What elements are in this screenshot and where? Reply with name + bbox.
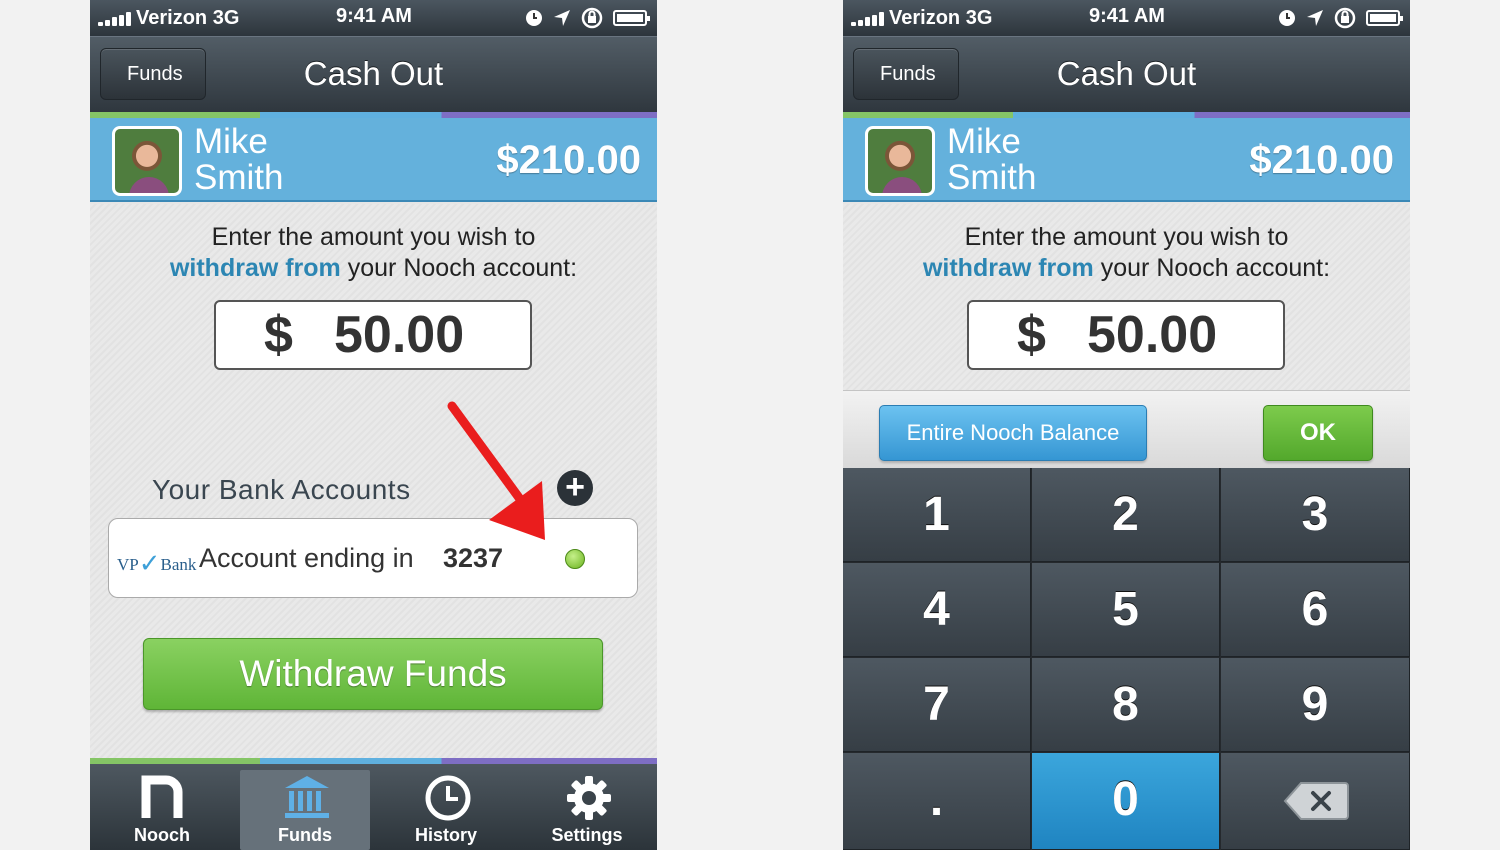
tab-bar: Nooch Funds History Settings: [90, 764, 657, 850]
keypad-toolbar: Entire Nooch Balance OK: [843, 390, 1410, 468]
amount-value: 50.00: [334, 306, 465, 364]
back-button[interactable]: Funds: [100, 48, 206, 100]
battery-icon: [1366, 10, 1403, 26]
key-7[interactable]: 7: [843, 658, 1031, 752]
number-keypad: 1 2 3 4 5 6 7 8 9 . 0: [843, 468, 1410, 850]
backspace-icon: [1283, 782, 1349, 820]
account-status-dot: [565, 549, 585, 569]
delete-key[interactable]: [1221, 753, 1410, 850]
prompt-highlight: withdraw from: [169, 254, 341, 282]
key-8[interactable]: 8: [1032, 658, 1220, 752]
ok-button[interactable]: OK: [1263, 405, 1373, 461]
amount-value: 50.00: [1087, 306, 1218, 364]
user-name: Mike Smith: [947, 122, 1037, 197]
balance-amount: $210.00: [1249, 138, 1394, 182]
page-title: Cash Out: [303, 55, 444, 92]
user-header: Mike Smith $210.00: [843, 118, 1410, 202]
signal-icon: [98, 12, 134, 26]
back-button[interactable]: Funds: [853, 48, 959, 100]
carrier-label: Verizon 3G: [889, 7, 993, 29]
rotation-lock-icon: [581, 7, 603, 29]
alarm-icon: [526, 10, 542, 26]
key-1[interactable]: 1: [843, 468, 1031, 562]
key-9[interactable]: 9: [1221, 658, 1410, 752]
tab-settings[interactable]: Settings: [522, 770, 652, 850]
page-title: Cash Out: [1056, 55, 1197, 92]
gear-icon: [567, 776, 611, 820]
key-decimal[interactable]: .: [843, 753, 1031, 850]
status-bar: Verizon 3G 9:41 AM: [843, 0, 1410, 36]
key-3[interactable]: 3: [1221, 468, 1410, 562]
key-6[interactable]: 6: [1221, 563, 1410, 657]
amount-field[interactable]: $ 50.00: [214, 300, 532, 370]
cash-out-screen-bank-accounts: Verizon 3G 9:41 AM Funds Cash Out Mike S…: [90, 0, 657, 850]
avatar: [112, 126, 182, 196]
key-4[interactable]: 4: [843, 563, 1031, 657]
carrier-label: Verizon 3G: [136, 7, 240, 29]
add-bank-account-button[interactable]: +: [557, 470, 593, 506]
tab-nooch[interactable]: Nooch: [97, 770, 227, 850]
avatar: [865, 126, 935, 196]
bank-icon: [285, 776, 329, 818]
bank-logo: VP✓Bank: [117, 549, 197, 578]
tab-history[interactable]: History: [381, 770, 511, 850]
amount-field[interactable]: $ 50.00: [967, 300, 1285, 370]
account-label: Account ending in: [199, 543, 414, 573]
withdraw-funds-button[interactable]: Withdraw Funds: [143, 638, 603, 710]
amount-prompt: Enter the amount you wish to withdraw fr…: [169, 223, 578, 282]
alarm-icon: [1279, 10, 1295, 26]
status-bar: Verizon 3G 9:41 AM: [90, 0, 657, 36]
signal-icon: [851, 12, 887, 26]
clock-icon: [425, 775, 471, 821]
key-2[interactable]: 2: [1032, 468, 1220, 562]
prompt-highlight: withdraw from: [922, 254, 1094, 282]
key-5[interactable]: 5: [1032, 563, 1220, 657]
clock-label: 9:41 AM: [336, 5, 412, 27]
key-0[interactable]: 0: [1032, 753, 1220, 850]
battery-icon: [613, 10, 650, 26]
location-icon: [554, 10, 570, 26]
nooch-icon: [141, 775, 183, 818]
location-icon: [1307, 10, 1323, 26]
rotation-lock-icon: [1334, 7, 1356, 29]
user-name: Mike Smith: [194, 122, 284, 197]
account-number: 3237: [443, 543, 504, 573]
bank-accounts-heading: Your Bank Accounts: [152, 474, 411, 505]
navigation-bar: Funds Cash Out: [843, 36, 1410, 112]
clock-label: 9:41 AM: [1089, 5, 1165, 27]
user-header: Mike Smith $210.00: [90, 118, 657, 202]
tab-funds[interactable]: Funds: [240, 770, 370, 850]
balance-amount: $210.00: [496, 138, 641, 182]
entire-balance-button[interactable]: Entire Nooch Balance: [879, 405, 1147, 461]
cash-out-screen-keypad: Verizon 3G 9:41 AM Funds Cash Out Mike S…: [843, 0, 1410, 850]
currency-symbol: $: [1017, 306, 1046, 364]
navigation-bar: Funds Cash Out: [90, 36, 657, 112]
bank-account-row[interactable]: VP✓Bank Account ending in 3237: [108, 518, 638, 598]
amount-prompt: Enter the amount you wish to withdraw fr…: [922, 223, 1331, 282]
currency-symbol: $: [264, 306, 293, 364]
